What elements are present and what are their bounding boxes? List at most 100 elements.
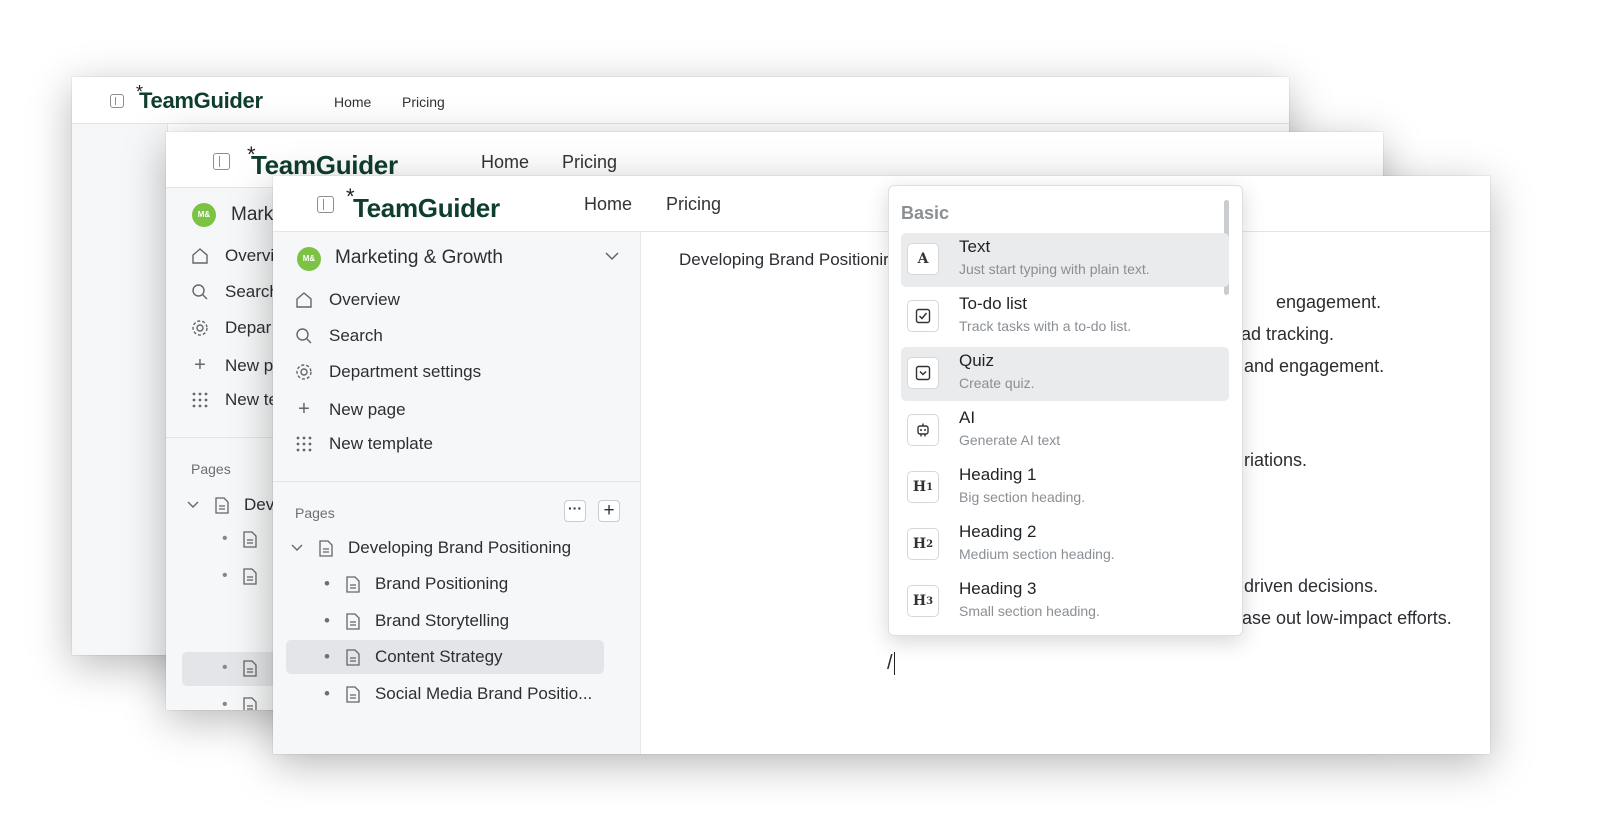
sidebar-item-new-page[interactable]: + New p [190, 354, 273, 377]
sidebar-item-overview[interactable]: Overvi [190, 246, 274, 266]
nav-home[interactable]: Home [334, 94, 371, 110]
document-icon [243, 660, 257, 682]
sidebar-item-department-settings[interactable]: Department settings [294, 362, 481, 382]
nav-home[interactable]: Home [481, 152, 529, 173]
document-line[interactable]: riations. [1244, 450, 1307, 471]
robot-icon [907, 414, 939, 446]
menu-item-title: Quiz [959, 351, 994, 370]
tree-child[interactable]: • Social Media Brand Positio... [324, 684, 592, 704]
slash-command-input[interactable]: / [887, 652, 895, 675]
plus-icon: + [298, 398, 310, 420]
document-icon [345, 575, 361, 593]
document-icon [243, 568, 257, 590]
grid-dots-icon [294, 435, 314, 453]
menu-item-ai[interactable]: AI Generate AI text [901, 404, 1229, 458]
sidebar-item-search[interactable]: Search [190, 282, 279, 302]
chevron-down-icon[interactable] [605, 252, 619, 261]
divider [166, 437, 274, 438]
menu-item-heading-1[interactable]: H1 Heading 1 Big section heading. [901, 461, 1229, 515]
menu-item-desc: Medium section heading. [959, 546, 1115, 562]
tree-root-label: Dev [244, 495, 275, 514]
home-icon [190, 247, 210, 265]
workspace-name[interactable]: Marketing & Growth [335, 247, 503, 269]
tree-child-1[interactable]: • [222, 530, 257, 548]
sidebar-item-label: New p [225, 355, 274, 375]
logo[interactable]: * TeamGuider [346, 184, 500, 224]
sidebar-item-label: Overvi [225, 246, 275, 265]
menu-item-todo[interactable]: To-do list Track tasks with a to-do list… [901, 290, 1229, 344]
document-title[interactable]: Developing Brand Positionir [679, 250, 889, 270]
tree-child-2[interactable]: • [222, 567, 257, 585]
logo-text: TeamGuider [139, 88, 263, 113]
sidebar-toggle-icon[interactable] [213, 153, 230, 170]
checkbox-icon [907, 300, 939, 332]
h2-icon: H2 [907, 528, 939, 560]
bullet: • [324, 574, 330, 593]
sidebar-item-department-settings[interactable]: Depar [190, 318, 271, 338]
gear-icon [190, 319, 210, 337]
document-line[interactable]: engagement. [1276, 292, 1381, 313]
gear-icon [294, 363, 314, 381]
document-line[interactable]: ad tracking. [1241, 324, 1334, 345]
document-line[interactable]: driven decisions. [1244, 576, 1378, 597]
tree-root[interactable]: Dev [186, 495, 274, 515]
nav-home[interactable]: Home [584, 194, 632, 215]
tree-root[interactable]: Developing Brand Positioning [290, 538, 571, 558]
divider [273, 481, 640, 482]
h1-icon: H1 [907, 471, 939, 503]
add-page-button[interactable]: + [598, 500, 620, 522]
tree-child-selected[interactable]: • Content Strategy [324, 647, 503, 667]
tree-child[interactable]: • Brand Positioning [324, 574, 508, 594]
document-line[interactable]: ase out low-impact efforts. [1242, 608, 1452, 629]
middle-sidebar: M& Mark Overvi Search Depar + New p New t… [166, 188, 279, 710]
nav-pricing[interactable]: Pricing [562, 152, 617, 173]
chevron-down-icon[interactable] [290, 544, 304, 552]
command-menu[interactable]: Basic A Text Just start typing with plai… [888, 185, 1243, 636]
menu-item-title: To-do list [959, 294, 1028, 313]
tree-child-label: Content Strategy [374, 647, 503, 666]
sidebar-item-overview[interactable]: Overview [294, 290, 400, 310]
ellipsis-icon: ··· [568, 500, 582, 516]
menu-item-heading-3[interactable]: H3 Heading 3 Small section heading. [901, 575, 1229, 629]
menu-item-quiz[interactable]: Quiz Create quiz. [901, 347, 1229, 401]
menu-item-text[interactable]: A Text Just start typing with plain text… [901, 233, 1229, 287]
sidebar-item-label: New template [329, 434, 433, 453]
menu-item-desc: Just start typing with plain text. [959, 261, 1150, 277]
grid-dots-icon [190, 391, 210, 409]
menu-item-title: Heading 3 [959, 579, 1037, 598]
logo[interactable]: * TeamGuider [136, 82, 263, 114]
sidebar-item-new-template[interactable]: New template [294, 434, 433, 454]
sidebar-item-label: Department settings [329, 362, 482, 381]
menu-item-title: Text [959, 237, 991, 256]
chevron-down-icon[interactable] [186, 501, 200, 509]
sidebar-toggle-icon[interactable] [317, 196, 334, 213]
document-line[interactable]: and engagement. [1244, 356, 1384, 377]
bullet: • [324, 684, 330, 703]
logo-spark-icon: * [136, 82, 143, 102]
logo-spark-icon: * [247, 142, 256, 167]
menu-item-title: Heading 1 [959, 465, 1037, 484]
sidebar-item-label: Search [225, 282, 279, 301]
menu-item-desc: Big section heading. [959, 489, 1086, 505]
bullet: • [324, 611, 330, 630]
sidebar-item-new-template[interactable]: New te [190, 390, 278, 410]
nav-pricing[interactable]: Pricing [666, 194, 721, 215]
sidebar-toggle-icon[interactable] [110, 94, 124, 108]
logo-text: TeamGuider [353, 193, 500, 223]
tree-child-3[interactable]: • [222, 659, 257, 677]
tree-child[interactable]: • Brand Storytelling [324, 611, 509, 631]
sidebar-item-label: New page [329, 399, 406, 419]
workspace-name[interactable]: Mark [231, 204, 273, 226]
menu-section-label: Basic [901, 203, 950, 223]
plus-icon: + [603, 500, 615, 521]
sidebar-item-search[interactable]: Search [294, 326, 383, 346]
menu-item-heading-2[interactable]: H2 Heading 2 Medium section heading. [901, 518, 1229, 572]
workspace-avatar: M& [192, 203, 216, 227]
sidebar-item-label: Depar [225, 318, 272, 337]
tree-child-3-selected[interactable] [182, 652, 274, 686]
more-options-button[interactable]: ··· [564, 500, 586, 522]
sidebar-item-label: Search [329, 326, 383, 345]
tree-child-4[interactable]: • [222, 696, 257, 710]
sidebar-item-new-page[interactable]: + New page [294, 398, 406, 421]
nav-pricing[interactable]: Pricing [402, 94, 445, 110]
